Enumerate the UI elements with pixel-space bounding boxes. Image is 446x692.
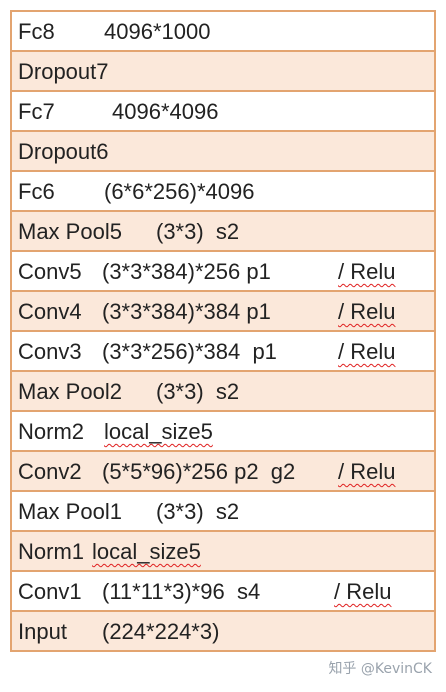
layer-row-maxpool5: Max Pool5 (3*3) s2 bbox=[10, 212, 436, 252]
layer-name: Input bbox=[18, 619, 67, 644]
layer-params: (224*224*3) bbox=[102, 619, 220, 644]
layer-row-fc8: Fc8 4096*1000 bbox=[10, 12, 436, 52]
alexnet-layer-stack: Fc8 4096*1000 Dropout7 Fc7 4096*4096 Dro… bbox=[10, 10, 436, 652]
layer-activation: / Relu bbox=[338, 339, 396, 364]
layer-params: (3*3*384)*384 p1 bbox=[102, 299, 271, 324]
layer-name: Norm1 bbox=[18, 539, 85, 564]
layer-row-dropout7: Dropout7 bbox=[10, 52, 436, 92]
layer-name: Fc8 bbox=[18, 19, 55, 44]
layer-name: Conv2 bbox=[18, 459, 82, 484]
layer-row-fc6: Fc6 (6*6*256)*4096 bbox=[10, 172, 436, 212]
layer-params: (3*3) s2 bbox=[156, 499, 240, 524]
layer-name: Max Pool1 bbox=[18, 499, 122, 524]
layer-row-maxpool1: Max Pool1 (3*3) s2 bbox=[10, 492, 436, 532]
layer-params: local_size5 bbox=[104, 419, 213, 444]
layer-row-maxpool2: Max Pool2 (3*3) s2 bbox=[10, 372, 436, 412]
layer-params: (3*3*256)*384 p1 bbox=[102, 339, 277, 364]
layer-row-fc7: Fc7 4096*4096 bbox=[10, 92, 436, 132]
layer-row-conv5: Conv5 (3*3*384)*256 p1 / Relu bbox=[10, 252, 436, 292]
layer-activation: / Relu bbox=[338, 259, 396, 284]
layer-name: Dropout6 bbox=[18, 139, 109, 164]
layer-params: (5*5*96)*256 p2 g2 bbox=[102, 459, 296, 484]
layer-params: (3*3) s2 bbox=[156, 379, 240, 404]
layer-name: Norm2 bbox=[18, 419, 85, 444]
layer-name: Conv4 bbox=[18, 299, 82, 324]
layer-params: (3*3*384)*256 p1 bbox=[102, 259, 271, 284]
layer-activation: / Relu bbox=[338, 299, 396, 324]
layer-name: Conv3 bbox=[18, 339, 82, 364]
layer-row-norm1: Norm1 local_size5 bbox=[10, 532, 436, 572]
layer-name: Max Pool2 bbox=[18, 379, 122, 404]
layer-params: (3*3) s2 bbox=[156, 219, 240, 244]
layer-row-norm2: Norm2 local_size5 bbox=[10, 412, 436, 452]
layer-name: Fc7 bbox=[18, 99, 55, 124]
layer-activation: / Relu bbox=[334, 579, 392, 604]
layer-params: (6*6*256)*4096 bbox=[104, 179, 255, 204]
layer-params: 4096*4096 bbox=[112, 99, 219, 124]
layer-name: Conv1 bbox=[18, 579, 82, 604]
layer-params: (11*11*3)*96 s4 bbox=[102, 579, 261, 604]
layer-row-conv4: Conv4 (3*3*384)*384 p1 / Relu bbox=[10, 292, 436, 332]
layer-params: 4096*1000 bbox=[104, 19, 211, 44]
layer-name: Fc6 bbox=[18, 179, 55, 204]
watermark: 知乎 @KevinCK bbox=[328, 661, 432, 677]
layer-params: local_size5 bbox=[92, 539, 201, 564]
layer-row-dropout6: Dropout6 bbox=[10, 132, 436, 172]
layer-name: Conv5 bbox=[18, 259, 82, 284]
layer-row-conv3: Conv3 (3*3*256)*384 p1 / Relu bbox=[10, 332, 436, 372]
layer-row-input: Input (224*224*3) bbox=[10, 612, 436, 652]
layer-name: Dropout7 bbox=[18, 59, 109, 84]
layer-row-conv1: Conv1 (11*11*3)*96 s4 / Relu bbox=[10, 572, 436, 612]
layer-row-conv2: Conv2 (5*5*96)*256 p2 g2 / Relu bbox=[10, 452, 436, 492]
layer-activation: / Relu bbox=[338, 459, 396, 484]
layer-name: Max Pool5 bbox=[18, 219, 122, 244]
